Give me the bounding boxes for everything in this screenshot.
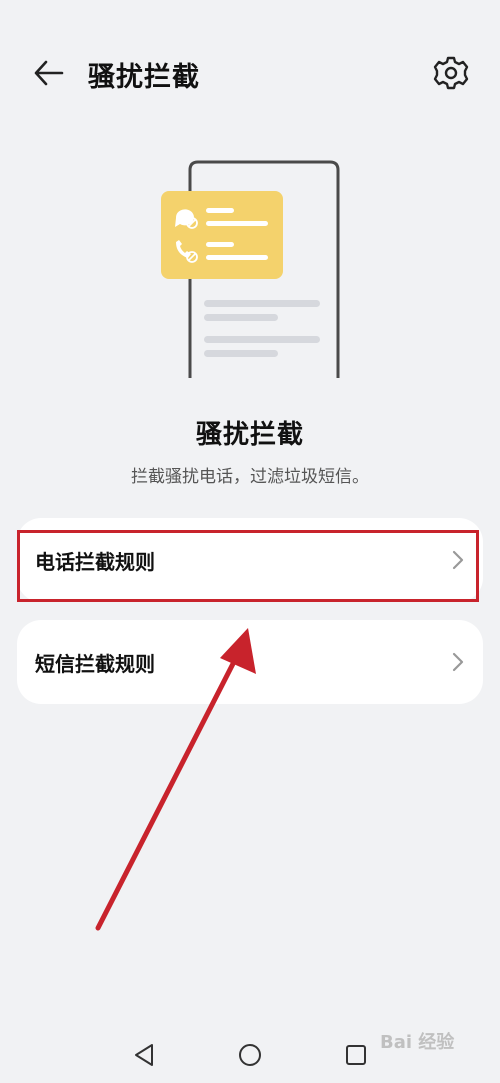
nav-home-icon[interactable] (236, 1041, 264, 1069)
hero-title: 骚扰拦截 (195, 420, 304, 450)
harassment-illustration (156, 160, 344, 382)
watermark: Bai 经验 (380, 1032, 455, 1053)
gear-icon (433, 56, 469, 90)
nav-back-icon[interactable] (130, 1041, 158, 1069)
top-bar: 骚扰拦截 (0, 40, 500, 106)
chevron-right-icon (452, 652, 464, 672)
back-button[interactable] (28, 54, 70, 92)
call-block-rules-item[interactable]: 电话拦截规则 (17, 518, 483, 602)
sms-block-rules-label: 短信拦截规则 (35, 652, 155, 676)
sms-block-rules-item[interactable]: 短信拦截规则 (17, 620, 483, 704)
settings-button[interactable] (432, 54, 470, 92)
call-block-rules-label: 电话拦截规则 (35, 550, 155, 574)
chevron-right-icon (452, 550, 464, 570)
back-arrow-icon (34, 60, 64, 86)
hero-subtitle: 拦截骚扰电话，过滤垃圾短信。 (131, 467, 369, 487)
page-title: 骚扰拦截 (88, 62, 200, 93)
nav-recent-icon[interactable] (342, 1041, 370, 1069)
